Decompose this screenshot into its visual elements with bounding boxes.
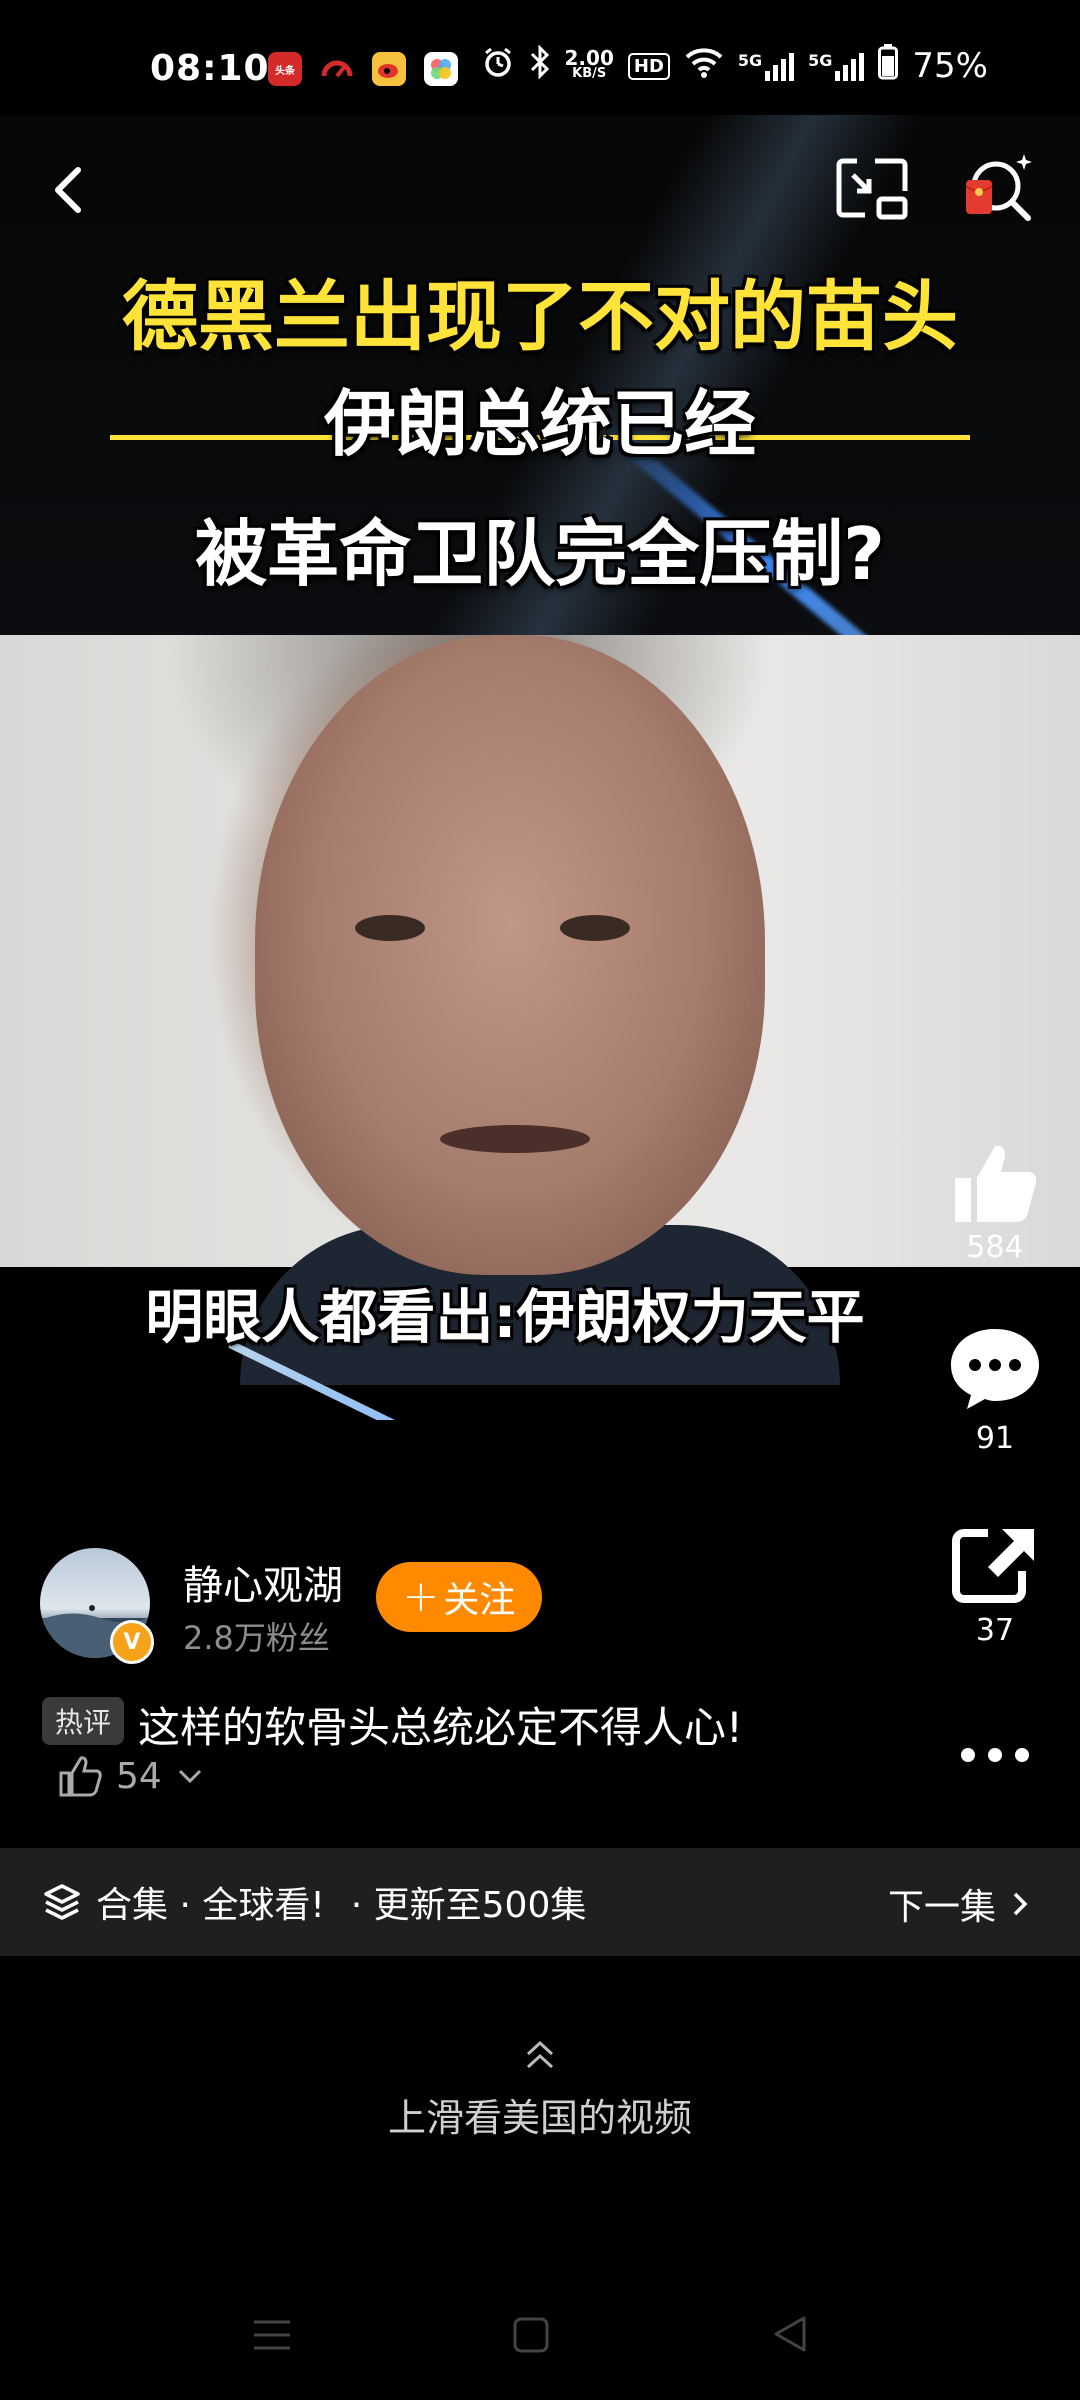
battery-icon: [878, 44, 899, 88]
comment-count: 91: [975, 1421, 1015, 1456]
next-episode-button[interactable]: 下一集: [888, 1878, 1030, 1930]
comment-action[interactable]: 91: [940, 1325, 1050, 1456]
video-title-line-2: 伊朗总统已经: [323, 382, 756, 466]
share-action[interactable]: 37: [940, 1525, 1050, 1648]
hot-comment-tag: 热评: [42, 1697, 124, 1745]
signal-5g-2-label: 5G: [808, 51, 833, 70]
video-title-line-3: 被革命卫队完全压制?: [195, 512, 885, 596]
pip-button[interactable]: [835, 155, 910, 223]
author-fans: 2.8万粉丝: [183, 1619, 330, 1657]
alarm-icon: [481, 45, 515, 87]
status-indicators: 2.00 KB/S HD 5G 5G 75%: [481, 44, 988, 88]
home-icon: [513, 2317, 549, 2353]
search-icon: [965, 154, 1032, 221]
collection-update-status: · 更新至500集: [350, 1885, 587, 1926]
layers-icon: [44, 1884, 80, 1920]
share-icon: [952, 1529, 1034, 1603]
search-redpacket-button[interactable]: [960, 150, 1038, 226]
speed-icon: [320, 52, 354, 86]
toutiao-icon: 头条: [268, 52, 302, 86]
system-nav-bar: [0, 2290, 1080, 2380]
person-eye-right: [560, 915, 630, 941]
hot-comment-text[interactable]: 这样的软骨头总统必定不得人心!: [138, 1694, 743, 1755]
collection-bar[interactable]: 合集 · 全球看! · 更新至500集 下一集: [0, 1848, 1080, 1956]
more-icon: [961, 1748, 1029, 1762]
back-button[interactable]: [40, 160, 100, 220]
person-eye-left: [355, 915, 425, 941]
photos-icon: [424, 52, 458, 86]
video-subtitle: 明眼人都看出:伊朗权力天平: [145, 1283, 865, 1351]
thumbs-up-icon: [955, 1145, 1037, 1222]
next-episode-label: 下一集: [887, 1887, 996, 1928]
video-title-line-1: 德黑兰出现了不对的苗头: [122, 272, 958, 361]
follow-label: 关注: [443, 1580, 516, 1621]
swipe-hint[interactable]: 上滑看美国的视频: [0, 2087, 1080, 2142]
chevron-down-icon: [178, 1769, 201, 1784]
nav-menu-button[interactable]: [252, 2316, 292, 2358]
net-speed-value: 2.00: [564, 46, 614, 70]
video-player[interactable]: 德黑兰出现了不对的苗头 伊朗总统已经 被革命卫队完全压制? 明眼人都看出:伊朗权…: [0, 115, 1080, 1420]
toutiao-icon-label: 头条: [275, 65, 295, 77]
weibo-icon: [372, 52, 406, 86]
hd-icon: HD: [627, 52, 670, 80]
author-name[interactable]: 静心观湖: [183, 1553, 343, 1611]
more-options-button[interactable]: [958, 1740, 1032, 1770]
share-count: 37: [975, 1613, 1015, 1648]
person-mouth: [440, 1125, 590, 1153]
hot-comment-like[interactable]: 54: [58, 1755, 204, 1797]
picture-in-picture-icon: [836, 158, 908, 220]
status-time: 08:10: [150, 48, 270, 89]
person-face: [255, 635, 765, 1275]
follow-button[interactable]: + 关注: [376, 1562, 542, 1632]
battery-percent: 75%: [912, 46, 988, 86]
like-action[interactable]: 584: [940, 1140, 1050, 1265]
collection-title: 合集 · 全球看!: [96, 1885, 325, 1926]
wifi-icon: [684, 46, 724, 86]
hot-comment-like-count: 54: [116, 1755, 162, 1797]
thumbs-up-outline-icon: [59, 1756, 102, 1797]
net-speed: 2.00 KB/S: [564, 46, 614, 82]
hd-label: HD: [633, 55, 664, 77]
comment-icon: [951, 1329, 1039, 1409]
signal-5g-2: 5G: [808, 51, 865, 81]
menu-icon: [254, 2320, 290, 2350]
nav-home-button[interactable]: [512, 2316, 550, 2358]
back-triangle-icon: [774, 2316, 806, 2352]
bluetooth-icon: [529, 44, 551, 87]
signal-5g-1: 5G: [737, 51, 795, 81]
double-chevron-up-icon: [522, 2038, 558, 2076]
chevron-right-icon: [1013, 1892, 1028, 1916]
like-count: 584: [966, 1230, 1024, 1265]
verified-badge-icon: V: [110, 1620, 154, 1664]
signal-5g-1-label: 5G: [737, 51, 763, 70]
verified-mark: V: [123, 1629, 141, 1655]
back-arrow-icon: [55, 167, 81, 213]
nav-back-button[interactable]: [770, 2314, 810, 2358]
status-bar: 08:10 头条 2.00 KB/S HD 5G 5G 75%: [0, 0, 1080, 115]
plus-icon: +: [402, 1571, 440, 1622]
